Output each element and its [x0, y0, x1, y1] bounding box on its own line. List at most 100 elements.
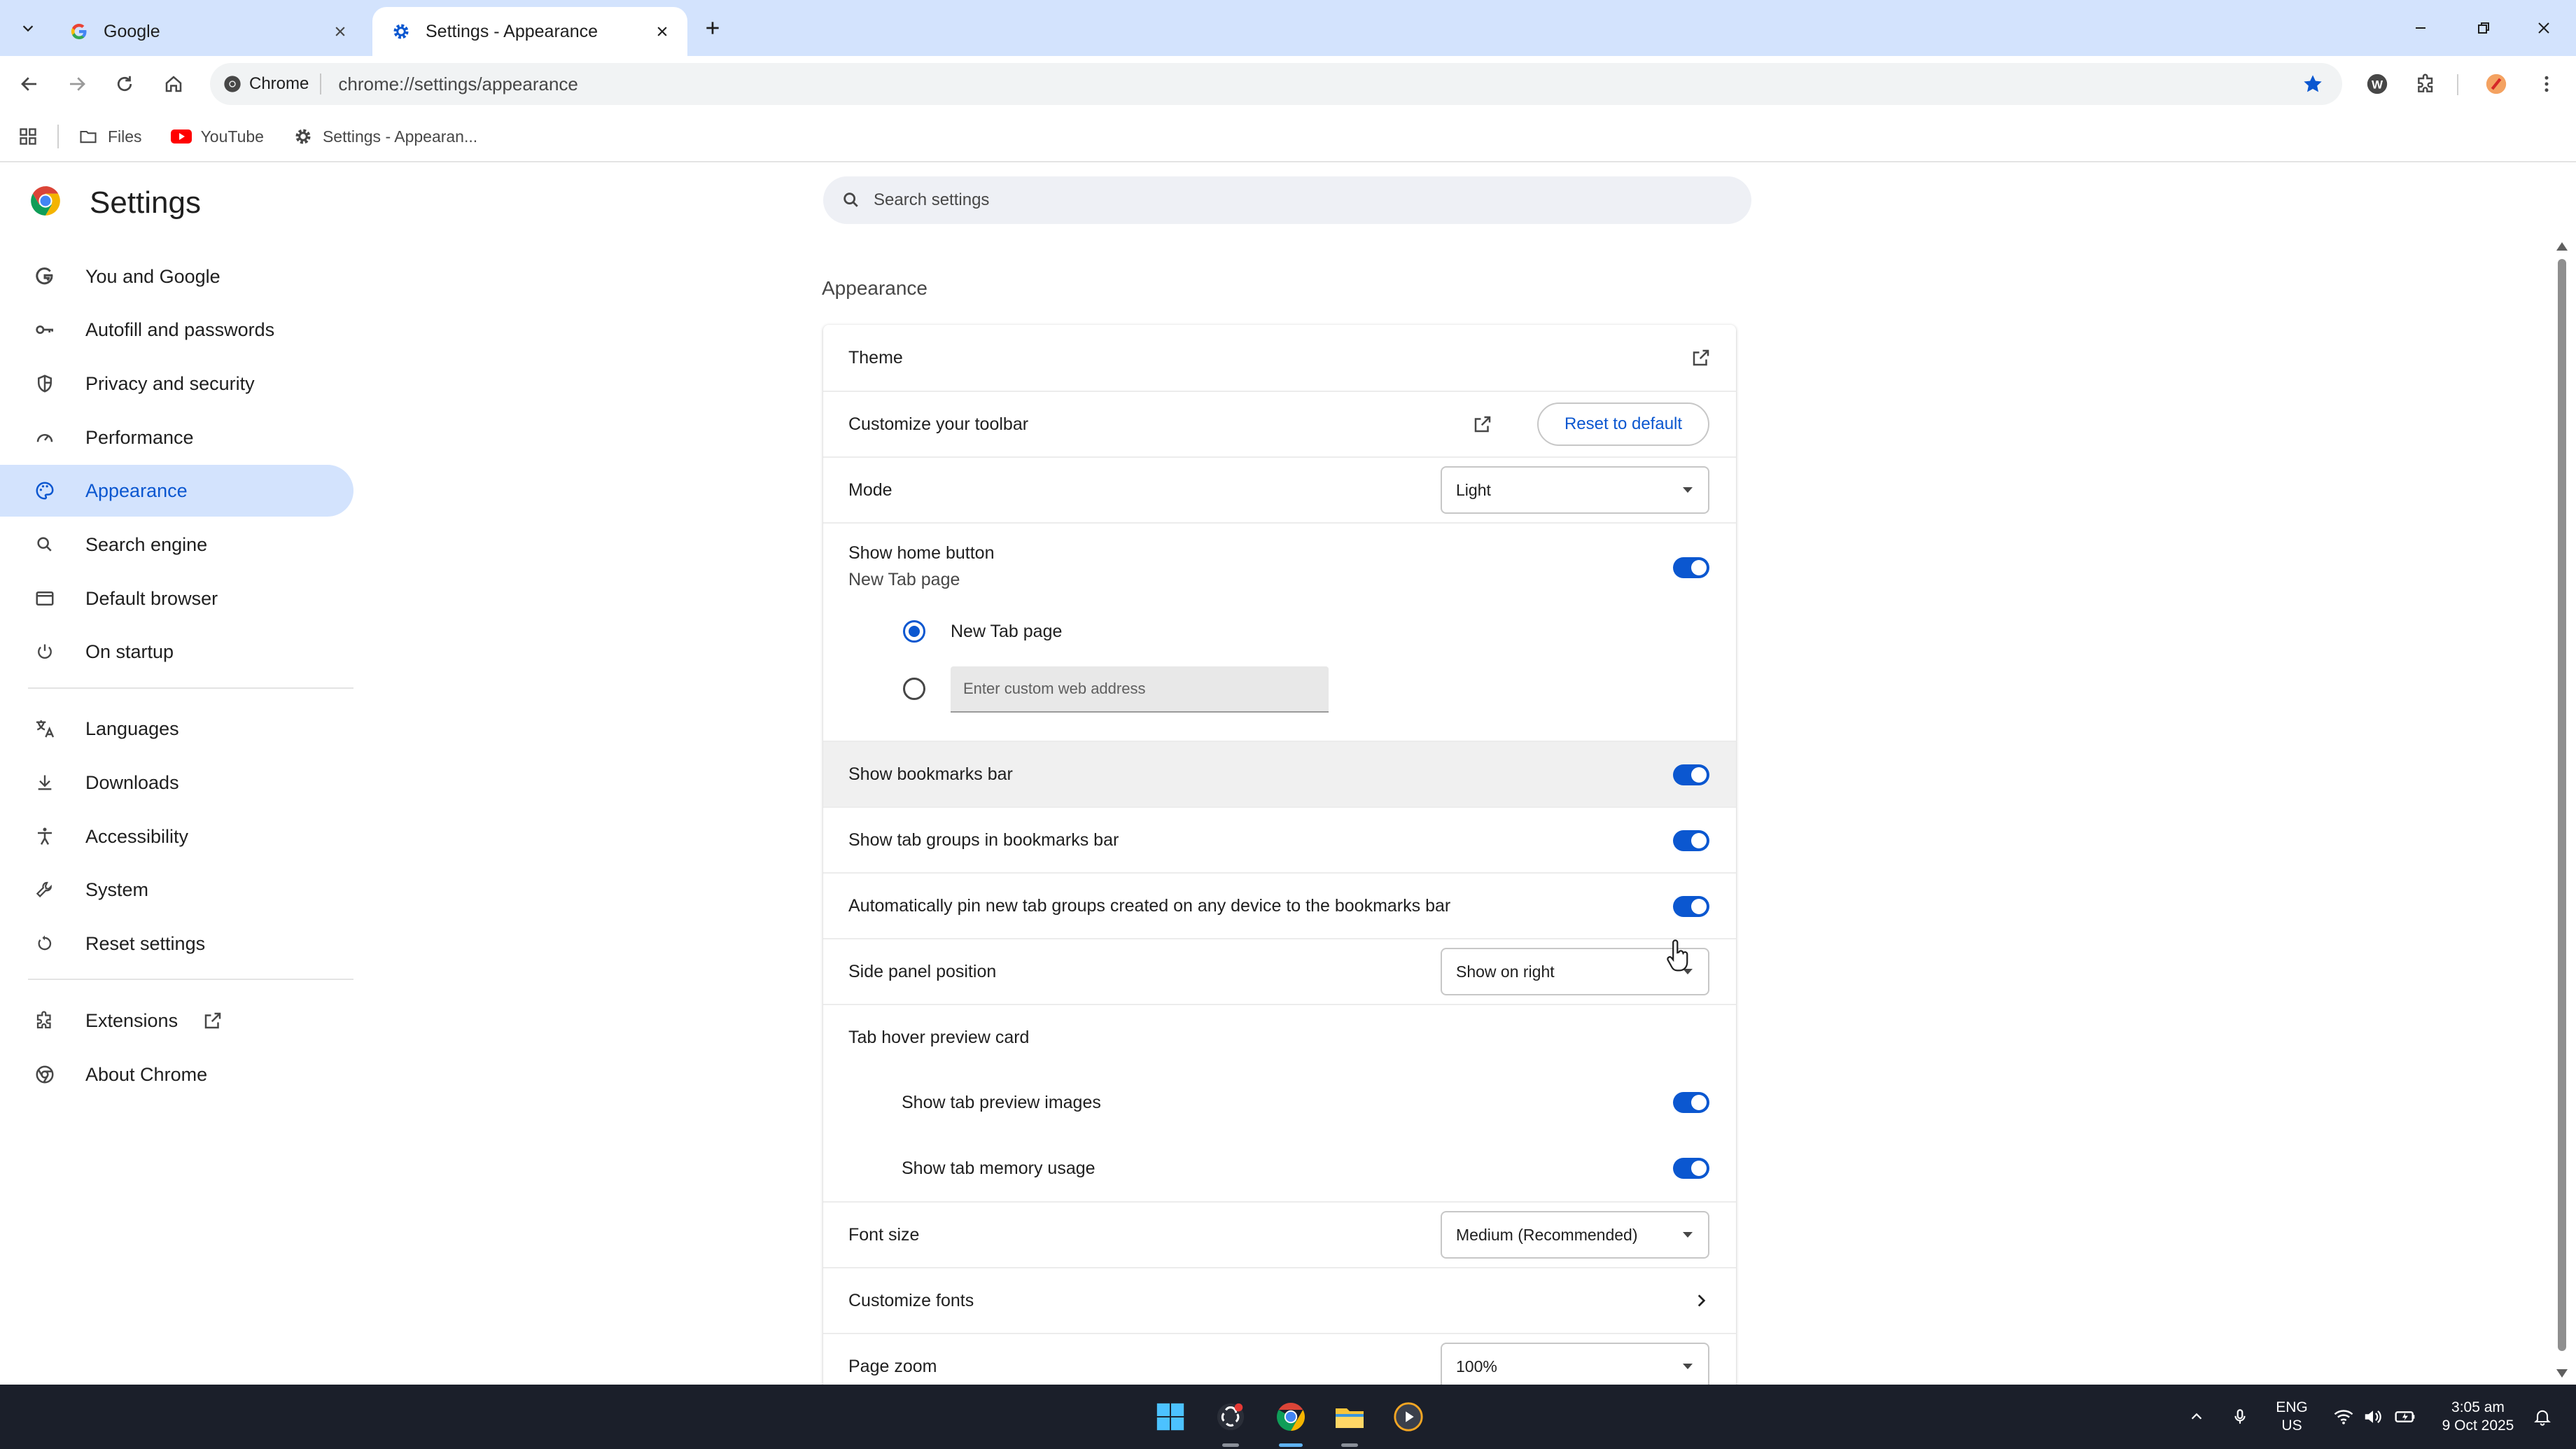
sidebar-item-performance[interactable]: Performance	[0, 412, 354, 463]
font-size-select[interactable]: Medium (Recommended)	[1441, 1211, 1709, 1259]
show-home-button-row[interactable]: Show home button New Tab page	[823, 522, 1736, 610]
close-icon[interactable]	[648, 18, 676, 46]
sidebar-item-you-and-google[interactable]: You and Google	[0, 251, 354, 302]
profile-avatar-button[interactable]	[2478, 66, 2514, 102]
external-link-icon[interactable]	[1687, 344, 1715, 372]
show-tab-preview-images-row[interactable]: Show tab preview images	[823, 1070, 1736, 1135]
reload-button[interactable]	[106, 66, 143, 102]
show-home-button-toggle[interactable]	[1673, 557, 1709, 578]
sidebar-item-downloads[interactable]: Downloads	[0, 757, 354, 808]
speaker-icon	[2365, 1410, 2381, 1423]
tray-volume[interactable]	[2360, 1404, 2386, 1429]
sidebar-item-label: Extensions	[85, 1009, 178, 1031]
search-input[interactable]	[874, 190, 1714, 210]
auto-pin-row[interactable]: Automatically pin new tab groups created…	[823, 872, 1736, 938]
tab-google[interactable]: Google	[50, 7, 365, 56]
taskbar-app-chrome[interactable]	[1271, 1397, 1310, 1436]
battery-charging-icon	[2395, 1411, 2415, 1422]
tray-microphone[interactable]	[2227, 1404, 2253, 1429]
sidebar-item-search-engine[interactable]: Search engine	[0, 519, 354, 570]
address-bar[interactable]: Chrome chrome://settings/appearance	[210, 63, 2342, 105]
page-scrollbar[interactable]	[2554, 238, 2570, 1386]
language-code: ENG	[2276, 1399, 2308, 1415]
folder-icon	[77, 125, 99, 148]
more-vertical-icon	[2544, 76, 2549, 92]
clock[interactable]: 3:05 am 9 Oct 2025	[2433, 1399, 2523, 1435]
select-value: Light	[1456, 480, 1491, 499]
notifications-button[interactable]	[2530, 1404, 2555, 1429]
language-indicator[interactable]: ENG US	[2267, 1399, 2317, 1435]
bookmarks-bar: Files YouTube Settings - Appearan...	[0, 112, 2576, 162]
apps-grid-button[interactable]	[15, 124, 41, 149]
sidebar-item-on-startup[interactable]: On startup	[0, 626, 354, 678]
sidebar-item-privacy[interactable]: Privacy and security	[0, 358, 354, 410]
taskbar-app-file-explorer[interactable]	[1330, 1397, 1369, 1436]
show-tab-preview-images-toggle[interactable]	[1673, 1092, 1709, 1113]
radio-custom-address[interactable]	[903, 678, 925, 700]
show-tab-memory-usage-row[interactable]: Show tab memory usage	[823, 1135, 1736, 1201]
start-button[interactable]	[1151, 1397, 1190, 1436]
scroll-down-arrow-icon[interactable]	[2556, 1369, 2568, 1378]
scroll-thumb[interactable]	[2558, 259, 2566, 1351]
restore-button[interactable]	[2463, 10, 2505, 46]
radio-new-tab-page[interactable]	[903, 620, 925, 643]
close-icon[interactable]	[326, 18, 354, 46]
page-zoom-select[interactable]: 100%	[1441, 1343, 1709, 1385]
sidebar-item-appearance[interactable]: Appearance	[0, 465, 354, 517]
profile-extension-button[interactable]: W	[2359, 66, 2395, 102]
sidebar-item-label: Reset settings	[85, 932, 206, 954]
back-button[interactable]	[11, 66, 48, 102]
tab-title: Settings - Appearance	[426, 21, 598, 41]
palette-icon	[31, 477, 59, 505]
external-link-icon[interactable]	[1469, 410, 1497, 438]
show-bookmarks-bar-toggle[interactable]	[1673, 764, 1709, 785]
reset-to-default-button[interactable]: Reset to default	[1537, 402, 1709, 446]
sidebar-item-autofill[interactable]: Autofill and passwords	[0, 304, 354, 356]
custom-address-input[interactable]	[951, 666, 1329, 713]
forward-button[interactable]	[59, 66, 95, 102]
tray-wifi[interactable]	[2331, 1404, 2356, 1429]
tab-search-button[interactable]	[10, 10, 46, 46]
taskbar-app-openai[interactable]	[1211, 1397, 1250, 1436]
tray-overflow-button[interactable]	[2184, 1404, 2209, 1429]
settings-search[interactable]	[823, 176, 1751, 224]
mode-select[interactable]: Light	[1441, 466, 1709, 514]
new-tab-button[interactable]	[697, 13, 728, 43]
taskbar-app-media-player[interactable]	[1389, 1397, 1428, 1436]
toolbar-divider	[2457, 74, 2458, 95]
sidebar-item-about-chrome[interactable]: About Chrome	[0, 1049, 354, 1100]
sidebar-item-default-browser[interactable]: Default browser	[0, 573, 354, 624]
show-tab-groups-toggle[interactable]	[1673, 830, 1709, 851]
theme-row[interactable]: Theme	[823, 325, 1736, 391]
bookmark-youtube[interactable]: YouTube	[170, 125, 264, 148]
menu-button[interactable]	[2528, 66, 2565, 102]
show-tab-memory-usage-toggle[interactable]	[1673, 1158, 1709, 1179]
site-chip[interactable]: Chrome	[223, 74, 322, 94]
sidebar-item-system[interactable]: System	[0, 864, 354, 916]
show-tab-preview-images-label: Show tab preview images	[902, 1092, 1101, 1112]
scroll-up-arrow-icon[interactable]	[2556, 242, 2568, 251]
auto-pin-toggle[interactable]	[1673, 896, 1709, 917]
bookmark-star-button[interactable]	[2299, 70, 2327, 98]
show-bookmarks-bar-row[interactable]: Show bookmarks bar	[823, 741, 1736, 806]
show-home-button-label: Show home button	[848, 543, 995, 563]
minimize-button[interactable]	[2400, 10, 2442, 46]
sidebar-item-reset-settings[interactable]: Reset settings	[0, 918, 354, 969]
show-tab-groups-row[interactable]: Show tab groups in bookmarks bar	[823, 806, 1736, 872]
bookmark-files[interactable]: Files	[77, 125, 142, 148]
sidebar-item-extensions[interactable]: Extensions	[0, 995, 354, 1046]
chevron-up-icon	[2191, 1413, 2202, 1420]
sidebar-item-languages[interactable]: Languages	[0, 703, 354, 755]
customize-fonts-row[interactable]: Customize fonts	[823, 1267, 1736, 1333]
settings-page: Settings You and Google Autofill and pas…	[0, 162, 2576, 1385]
home-button[interactable]	[155, 66, 192, 102]
sidebar-item-accessibility[interactable]: Accessibility	[0, 811, 354, 862]
clock-date: 9 Oct 2025	[2442, 1418, 2514, 1434]
bookmark-settings[interactable]: Settings - Appearan...	[292, 125, 477, 148]
tray-battery[interactable]	[2393, 1404, 2418, 1429]
tab-settings[interactable]: Settings - Appearance	[372, 7, 687, 56]
close-window-button[interactable]	[2523, 10, 2565, 46]
extensions-button[interactable]	[2408, 66, 2444, 102]
url-text[interactable]: chrome://settings/appearance	[338, 74, 578, 95]
mode-label: Mode	[848, 479, 892, 500]
